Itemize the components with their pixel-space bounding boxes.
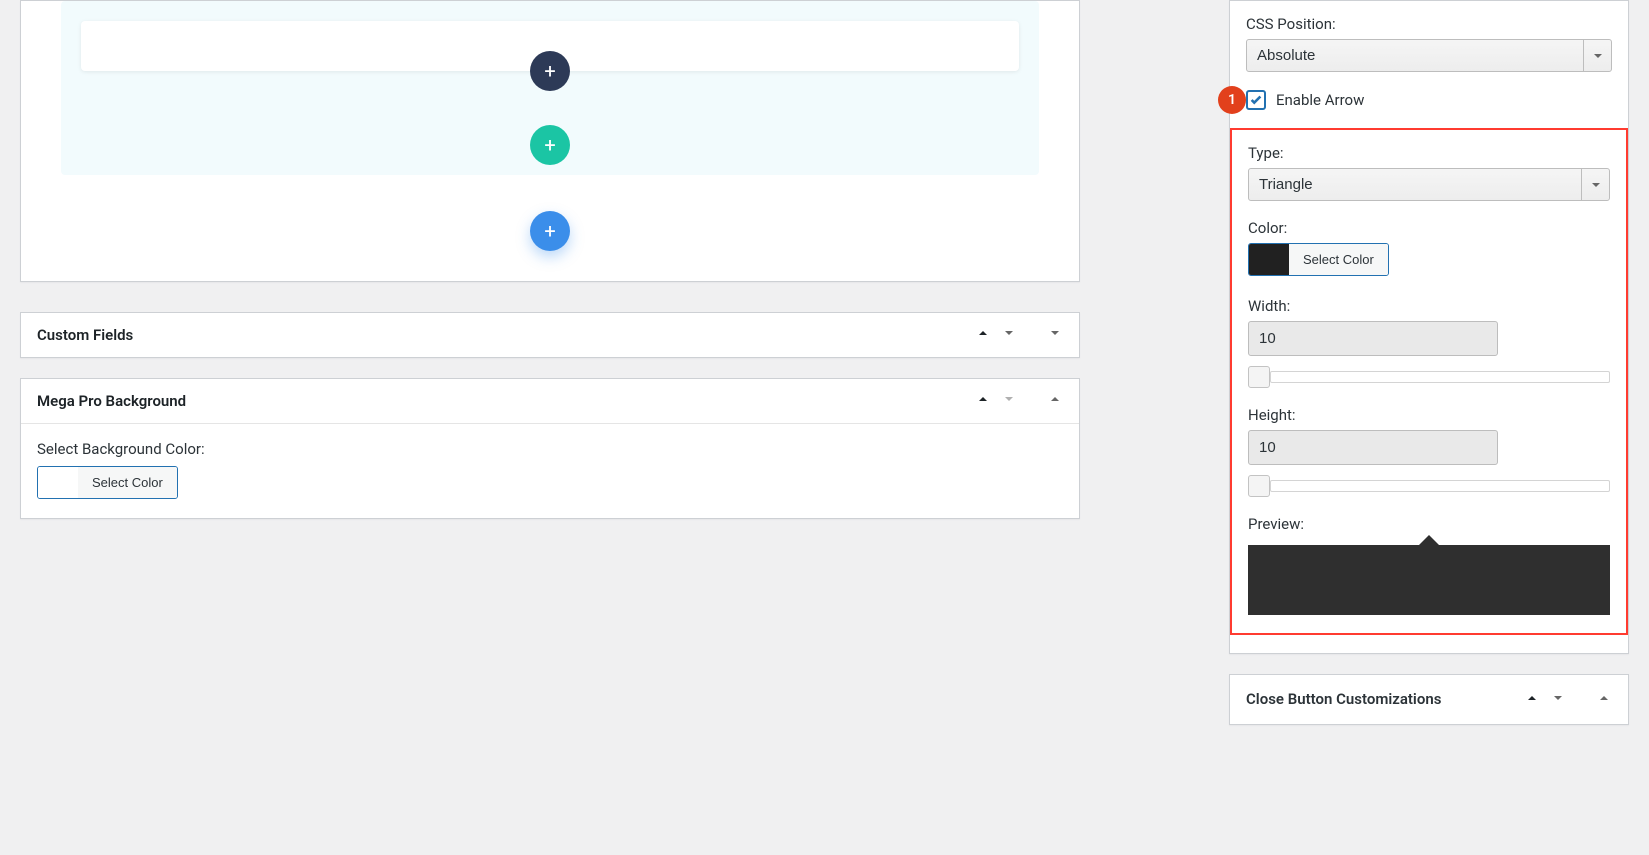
close-button-customizations-panel: Close Button Customizations: [1229, 674, 1629, 725]
css-position-select[interactable]: Absolute: [1246, 39, 1612, 72]
move-down-icon[interactable]: [1001, 325, 1017, 345]
color-swatch: [1249, 244, 1289, 275]
toggle-panel-icon[interactable]: [1047, 325, 1063, 345]
height-label: Height:: [1248, 406, 1610, 424]
width-slider[interactable]: [1248, 366, 1610, 388]
width-label: Width:: [1248, 297, 1610, 315]
arrow-color-picker[interactable]: Select Color: [1248, 243, 1389, 276]
type-label: Type:: [1248, 144, 1610, 162]
move-down-icon[interactable]: [1001, 391, 1017, 411]
chevron-down-icon: [1583, 40, 1611, 71]
annotation-badge: 1: [1218, 86, 1246, 114]
bg-color-label: Select Background Color:: [37, 440, 1063, 458]
custom-fields-panel: Custom Fields: [20, 312, 1080, 358]
arrow-settings-panel: CSS Position: Absolute 1 Enable Arrow Ty…: [1229, 0, 1629, 654]
arrow-preview: [1248, 545, 1610, 615]
plus-icon: +: [544, 61, 555, 81]
plus-icon: +: [544, 221, 555, 241]
panel-title: Custom Fields: [37, 326, 133, 344]
bg-color-picker[interactable]: Select Color: [37, 466, 178, 499]
toggle-panel-icon[interactable]: [1596, 690, 1612, 710]
preview-label: Preview:: [1248, 515, 1610, 533]
move-up-icon[interactable]: [975, 391, 991, 411]
height-slider[interactable]: [1248, 475, 1610, 497]
select-color-button[interactable]: Select Color: [1289, 244, 1388, 275]
select-color-button[interactable]: Select Color: [78, 467, 177, 498]
plus-icon: +: [544, 135, 555, 155]
color-swatch: [38, 467, 78, 498]
color-label: Color:: [1248, 219, 1610, 237]
slider-handle[interactable]: [1248, 366, 1270, 388]
move-up-icon[interactable]: [975, 325, 991, 345]
width-input[interactable]: [1248, 321, 1498, 356]
chevron-down-icon: [1581, 169, 1609, 200]
toggle-panel-icon[interactable]: [1047, 391, 1063, 411]
add-section-button[interactable]: +: [530, 211, 570, 251]
panel-title: Mega Pro Background: [37, 392, 186, 410]
add-element-button[interactable]: +: [530, 51, 570, 91]
slider-track[interactable]: [1270, 371, 1610, 383]
page-builder-area: + + +: [20, 0, 1080, 282]
enable-arrow-checkbox[interactable]: [1246, 90, 1266, 110]
move-down-icon[interactable]: [1550, 690, 1566, 710]
move-up-icon[interactable]: [1524, 690, 1540, 710]
arrow-options-highlight: Type: Triangle Color: Select Color Width…: [1230, 128, 1628, 635]
slider-handle[interactable]: [1248, 475, 1270, 497]
mega-pro-background-panel: Mega Pro Background Select Background Co…: [20, 378, 1080, 519]
height-input[interactable]: [1248, 430, 1498, 465]
builder-section: + +: [61, 1, 1039, 175]
add-row-button[interactable]: +: [530, 125, 570, 165]
panel-title: Close Button Customizations: [1246, 689, 1441, 710]
slider-track[interactable]: [1270, 480, 1610, 492]
css-position-label: CSS Position:: [1246, 15, 1612, 33]
arrow-type-select[interactable]: Triangle: [1248, 168, 1610, 201]
enable-arrow-label: Enable Arrow: [1276, 91, 1364, 109]
